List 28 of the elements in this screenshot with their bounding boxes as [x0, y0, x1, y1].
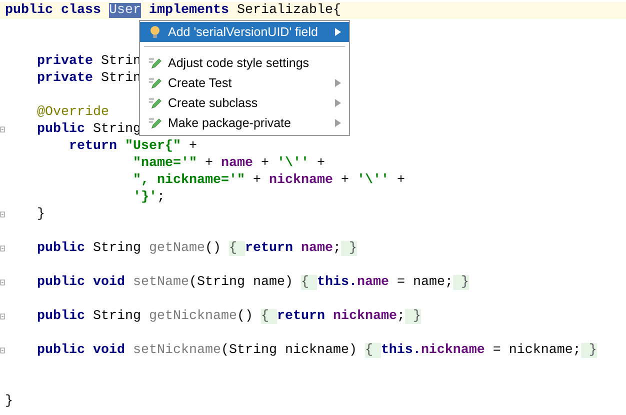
code-line: @Override [36, 104, 109, 121]
menu-item[interactable]: Create subclass [140, 93, 349, 113]
menu-item[interactable]: Adjust code style settings [140, 53, 349, 73]
code-line: public void setNickname(String nickname) { this.nickname = nickname; } [36, 342, 597, 359]
pencil-icon [148, 116, 162, 130]
fold-marker-icon[interactable] [0, 210, 5, 219]
pencil-icon [148, 96, 162, 110]
code-line: return "User{" + [68, 138, 197, 155]
menu-item[interactable]: Add 'serialVersionUID' field [140, 22, 349, 42]
code-line: public String getNickname() { return nickname; } [36, 308, 421, 325]
menu-item[interactable]: Make package-private [140, 113, 349, 133]
code-line: '}'; [132, 189, 165, 206]
lightbulb-icon [148, 25, 162, 39]
code-line: public String getName() { return name; } [36, 240, 357, 257]
fold-marker-icon[interactable] [0, 125, 5, 134]
fold-marker-icon[interactable] [0, 346, 5, 355]
pencil-icon [148, 56, 162, 70]
code-line: public class User implements Serializable{ [5, 2, 341, 19]
fold-marker-icon[interactable] [0, 312, 5, 321]
pencil-icon [148, 76, 162, 90]
fold-marker-icon[interactable] [0, 244, 5, 253]
code-line: } [36, 206, 45, 223]
code-line: } [5, 393, 13, 410]
code-line: ", nickname='" + nickname + '\'' + [132, 172, 405, 189]
code-line: public void setName(String name) { this.name = name; } [36, 274, 469, 291]
menu-item[interactable]: Create Test [140, 73, 349, 93]
fold-marker-icon[interactable] [0, 278, 5, 287]
code-line: "name='" + name + '\'' + [132, 155, 325, 172]
